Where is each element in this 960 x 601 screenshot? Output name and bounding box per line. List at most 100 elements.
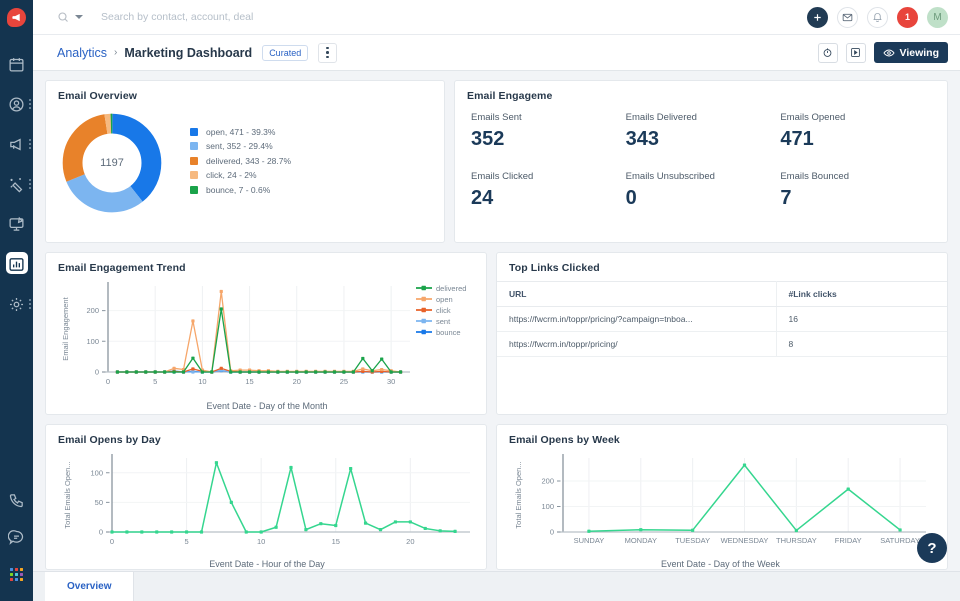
- stat-emails-sent: Emails Sent 352: [471, 112, 626, 171]
- sidebar-item-apps[interactable]: [0, 556, 33, 593]
- svg-text:THURSDAY: THURSDAY: [776, 536, 817, 545]
- cell-url[interactable]: https://fwcrm.in/toppr/pricing/?campaign…: [497, 307, 776, 332]
- svg-text:200: 200: [541, 477, 554, 486]
- svg-text:10: 10: [198, 377, 206, 386]
- refresh-button[interactable]: [818, 43, 838, 63]
- left-nav-rail: [0, 0, 33, 601]
- present-button[interactable]: [846, 43, 866, 63]
- sidebar-item-automation[interactable]: [0, 164, 33, 204]
- chevron-down-icon[interactable]: [75, 15, 83, 19]
- svg-text:TUESDAY: TUESDAY: [675, 536, 710, 545]
- svg-text:5: 5: [184, 537, 188, 546]
- main-area: 1 M Analytics › Marketing Dashboard Cura…: [33, 0, 960, 601]
- breadcrumb-parent-link[interactable]: Analytics: [57, 46, 107, 60]
- viewing-button[interactable]: Viewing: [874, 42, 948, 63]
- more-options-button[interactable]: [318, 43, 337, 63]
- stat-label: Emails Clicked: [471, 171, 626, 182]
- refresh-icon: [822, 47, 833, 58]
- card-title: Email Opens by Day: [46, 425, 486, 446]
- dashboard-body: Email Overview 1197: [33, 71, 960, 571]
- column-header-clicks[interactable]: #Link clicks: [776, 282, 947, 307]
- column-header-url[interactable]: URL: [497, 282, 776, 307]
- card-top-links: Top Links Clicked URL #Link clicks https…: [496, 252, 948, 415]
- card-title: Top Links Clicked: [497, 253, 947, 274]
- svg-text:50: 50: [95, 498, 103, 507]
- week-chart-area[interactable]: 0100200SUNDAYMONDAYTUESDAYWEDNESDAYTHURS…: [497, 446, 947, 569]
- stat-label: Emails Unsubscribed: [626, 171, 781, 182]
- legend-swatch-click: [190, 171, 198, 179]
- card-title: Email Opens by Week: [497, 425, 947, 446]
- add-button[interactable]: [807, 7, 828, 28]
- svg-text:sent: sent: [436, 317, 451, 326]
- mail-button[interactable]: [837, 7, 858, 28]
- svg-text:20: 20: [293, 377, 301, 386]
- app-logo[interactable]: [0, 0, 33, 35]
- svg-text:30: 30: [387, 377, 395, 386]
- svg-text:0: 0: [110, 537, 114, 546]
- stat-value: 343: [626, 128, 781, 151]
- svg-text:Total Emails Open...: Total Emails Open...: [63, 461, 72, 528]
- svg-text:click: click: [436, 306, 451, 315]
- legend-label: delivered, 343 - 28.7%: [206, 156, 291, 166]
- apps-grid-icon: [10, 568, 23, 581]
- svg-text:delivered: delivered: [436, 284, 466, 293]
- search-input[interactable]: [101, 11, 401, 23]
- gear-icon: [8, 296, 25, 313]
- stat-value: 471: [780, 128, 935, 151]
- campaign-icon: [8, 216, 25, 233]
- stat-value: 352: [471, 128, 626, 151]
- eye-icon: [883, 47, 895, 59]
- page-title: Marketing Dashboard: [124, 46, 252, 60]
- svg-text:15: 15: [245, 377, 253, 386]
- svg-text:25: 25: [340, 377, 348, 386]
- stat-emails-clicked: Emails Clicked 24: [471, 171, 626, 230]
- dashboard-row-2: Email Engagement Trend 01002000510152025…: [45, 252, 948, 415]
- breadcrumb-separator: ›: [114, 47, 117, 58]
- bell-icon: [872, 12, 883, 23]
- rail-bottom-items: [0, 482, 33, 601]
- sidebar-item-contacts[interactable]: [0, 84, 33, 124]
- svg-text:WEDNESDAY: WEDNESDAY: [721, 536, 769, 545]
- status-badge: Curated: [262, 45, 308, 61]
- rail-overflow-dots[interactable]: [29, 139, 31, 149]
- sidebar-item-phone[interactable]: [0, 482, 33, 519]
- svg-text:15: 15: [332, 537, 340, 546]
- legend-swatch-sent: [190, 142, 198, 150]
- calendar-icon: [8, 56, 25, 73]
- rail-overflow-dots[interactable]: [29, 179, 31, 189]
- svg-text:MONDAY: MONDAY: [625, 536, 657, 545]
- table-row[interactable]: https://fwcrm.in/toppr/pricing/ 8: [497, 332, 947, 357]
- phone-icon: [8, 492, 25, 509]
- svg-text:0: 0: [99, 528, 103, 537]
- table-row[interactable]: https://fwcrm.in/toppr/pricing/?campaign…: [497, 307, 947, 332]
- day-chart-area[interactable]: 05010005101520Total Emails Open... Event…: [46, 446, 486, 569]
- card-opens-by-week: Email Opens by Week 0100200SUNDAYMONDAYT…: [496, 424, 948, 570]
- avatar[interactable]: M: [927, 7, 948, 28]
- sidebar-item-campaigns[interactable]: [0, 204, 33, 244]
- tab-overview[interactable]: Overview: [45, 572, 134, 601]
- sidebar-item-chat[interactable]: [0, 519, 33, 556]
- automation-icon: [8, 176, 25, 193]
- notifications-button[interactable]: [867, 7, 888, 28]
- legend-label: bounce, 7 - 0.6%: [206, 185, 270, 195]
- cell-clicks: 16: [776, 307, 947, 332]
- rail-overflow-dots[interactable]: [29, 99, 31, 109]
- legend-label: open, 471 - 39.3%: [206, 127, 275, 137]
- legend-swatch-bounce: [190, 186, 198, 194]
- cell-url[interactable]: https://fwcrm.in/toppr/pricing/: [497, 332, 776, 357]
- search-icon: [57, 11, 69, 23]
- sidebar-item-calendar[interactable]: [0, 44, 33, 84]
- sidebar-item-analytics[interactable]: [0, 244, 33, 284]
- global-search[interactable]: [57, 11, 807, 23]
- svg-text:5: 5: [153, 377, 157, 386]
- alert-count-badge[interactable]: 1: [897, 7, 918, 28]
- trend-chart-area[interactable]: 0100200051015202530Email Engagementdeliv…: [46, 274, 486, 411]
- week-xaxis-label: Event Date - Day of the Week: [497, 559, 944, 569]
- svg-text:open: open: [436, 295, 453, 304]
- rail-overflow-dots[interactable]: [29, 299, 31, 309]
- sidebar-item-marketing[interactable]: [0, 124, 33, 164]
- help-button[interactable]: ?: [917, 533, 947, 563]
- email-overview-donut[interactable]: 1197: [60, 111, 164, 215]
- sidebar-item-settings[interactable]: [0, 284, 33, 324]
- stat-label: Emails Sent: [471, 112, 626, 123]
